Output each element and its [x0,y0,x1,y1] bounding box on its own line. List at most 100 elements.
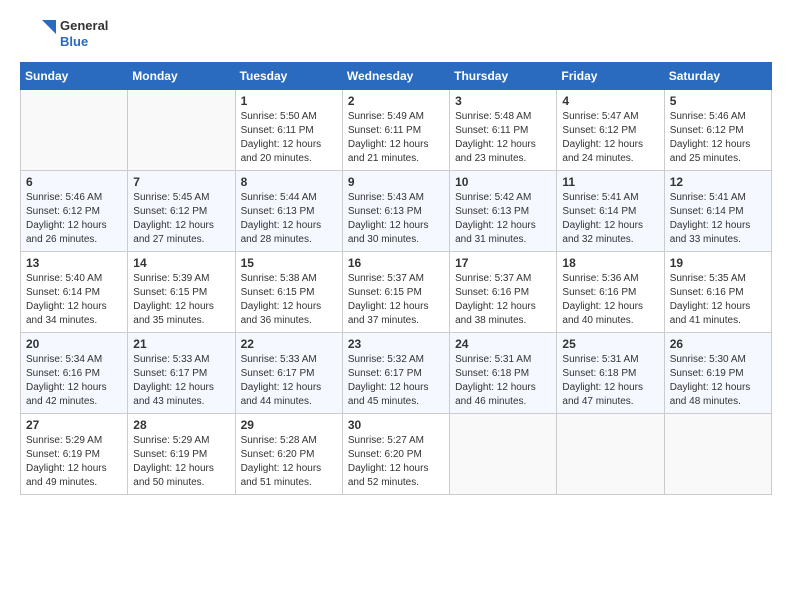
calendar-cell: 16 Sunrise: 5:37 AMSunset: 6:15 PMDayligh… [342,252,449,333]
col-header-thursday: Thursday [450,63,557,90]
col-header-wednesday: Wednesday [342,63,449,90]
day-number: 9 [348,175,444,189]
calendar-cell [450,414,557,495]
calendar-cell: 28 Sunrise: 5:29 AMSunset: 6:19 PMDayligh… [128,414,235,495]
logo-text: General Blue [60,18,108,49]
day-info: Sunrise: 5:33 AMSunset: 6:17 PMDaylight:… [133,353,229,409]
calendar-cell [557,414,664,495]
day-info: Sunrise: 5:27 AMSunset: 6:20 PMDaylight:… [348,434,444,490]
day-info: Sunrise: 5:30 AMSunset: 6:19 PMDaylight:… [670,353,766,409]
day-info: Sunrise: 5:46 AMSunset: 6:12 PMDaylight:… [26,191,122,247]
calendar-cell: 30 Sunrise: 5:27 AMSunset: 6:20 PMDayligh… [342,414,449,495]
day-info: Sunrise: 5:35 AMSunset: 6:16 PMDaylight:… [670,272,766,328]
calendar-cell: 24 Sunrise: 5:31 AMSunset: 6:18 PMDayligh… [450,333,557,414]
day-number: 4 [562,94,658,108]
calendar-cell: 5 Sunrise: 5:46 AMSunset: 6:12 PMDaylight… [664,90,771,171]
calendar-cell: 8 Sunrise: 5:44 AMSunset: 6:13 PMDaylight… [235,171,342,252]
logo-blue-text: Blue [60,34,108,50]
day-number: 22 [241,337,337,351]
day-info: Sunrise: 5:31 AMSunset: 6:18 PMDaylight:… [562,353,658,409]
day-number: 2 [348,94,444,108]
calendar-cell: 15 Sunrise: 5:38 AMSunset: 6:15 PMDayligh… [235,252,342,333]
calendar-cell: 12Sunrise: 5:41 AMSunset: 6:14 PMDayligh… [664,171,771,252]
day-info: Sunrise: 5:39 AMSunset: 6:15 PMDaylight:… [133,272,229,328]
calendar-cell: 26 Sunrise: 5:30 AMSunset: 6:19 PMDayligh… [664,333,771,414]
calendar-table: SundayMondayTuesdayWednesdayThursdayFrid… [20,62,772,495]
calendar-cell: 7 Sunrise: 5:45 AMSunset: 6:12 PMDaylight… [128,171,235,252]
page-header: General Blue [20,16,772,52]
day-number: 30 [348,418,444,432]
day-number: 29 [241,418,337,432]
week-row-4: 20Sunrise: 5:34 AMSunset: 6:16 PMDayligh… [21,333,772,414]
day-number: 15 [241,256,337,270]
day-info: Sunrise: 5:31 AMSunset: 6:18 PMDaylight:… [455,353,551,409]
day-number: 18 [562,256,658,270]
calendar-cell: 3Sunrise: 5:48 AMSunset: 6:11 PMDaylight… [450,90,557,171]
day-info: Sunrise: 5:29 AMSunset: 6:19 PMDaylight:… [26,434,122,490]
calendar-cell: 9 Sunrise: 5:43 AMSunset: 6:13 PMDaylight… [342,171,449,252]
day-number: 25 [562,337,658,351]
day-number: 5 [670,94,766,108]
day-number: 6 [26,175,122,189]
calendar-cell: 1 Sunrise: 5:50 AMSunset: 6:11 PMDaylight… [235,90,342,171]
day-info: Sunrise: 5:33 AMSunset: 6:17 PMDaylight:… [241,353,337,409]
day-info: Sunrise: 5:29 AMSunset: 6:19 PMDaylight:… [133,434,229,490]
calendar-cell: 18 Sunrise: 5:36 AMSunset: 6:16 PMDayligh… [557,252,664,333]
logo: General Blue [20,16,108,52]
day-info: Sunrise: 5:41 AMSunset: 6:14 PMDaylight:… [562,191,658,247]
header-row: SundayMondayTuesdayWednesdayThursdayFrid… [21,63,772,90]
day-number: 16 [348,256,444,270]
col-header-saturday: Saturday [664,63,771,90]
day-number: 23 [348,337,444,351]
day-number: 21 [133,337,229,351]
calendar-cell: 11Sunrise: 5:41 AMSunset: 6:14 PMDayligh… [557,171,664,252]
col-header-friday: Friday [557,63,664,90]
day-info: Sunrise: 5:36 AMSunset: 6:16 PMDaylight:… [562,272,658,328]
calendar-cell: 27Sunrise: 5:29 AMSunset: 6:19 PMDayligh… [21,414,128,495]
day-info: Sunrise: 5:37 AMSunset: 6:16 PMDaylight:… [455,272,551,328]
calendar-cell: 25 Sunrise: 5:31 AMSunset: 6:18 PMDayligh… [557,333,664,414]
day-number: 20 [26,337,122,351]
week-row-3: 13 Sunrise: 5:40 AMSunset: 6:14 PMDayligh… [21,252,772,333]
day-number: 28 [133,418,229,432]
calendar-cell [21,90,128,171]
day-info: Sunrise: 5:40 AMSunset: 6:14 PMDaylight:… [26,272,122,328]
calendar-cell: 6 Sunrise: 5:46 AMSunset: 6:12 PMDaylight… [21,171,128,252]
calendar-cell: 13 Sunrise: 5:40 AMSunset: 6:14 PMDayligh… [21,252,128,333]
day-info: Sunrise: 5:45 AMSunset: 6:12 PMDaylight:… [133,191,229,247]
week-row-5: 27Sunrise: 5:29 AMSunset: 6:19 PMDayligh… [21,414,772,495]
day-info: Sunrise: 5:41 AMSunset: 6:14 PMDaylight:… [670,191,766,247]
day-info: Sunrise: 5:38 AMSunset: 6:15 PMDaylight:… [241,272,337,328]
day-number: 13 [26,256,122,270]
week-row-1: 1 Sunrise: 5:50 AMSunset: 6:11 PMDaylight… [21,90,772,171]
day-number: 14 [133,256,229,270]
day-number: 17 [455,256,551,270]
calendar-cell: 21 Sunrise: 5:33 AMSunset: 6:17 PMDayligh… [128,333,235,414]
day-number: 8 [241,175,337,189]
day-info: Sunrise: 5:49 AMSunset: 6:11 PMDaylight:… [348,110,444,166]
day-number: 19 [670,256,766,270]
calendar-cell: 29 Sunrise: 5:28 AMSunset: 6:20 PMDayligh… [235,414,342,495]
calendar-cell: 17 Sunrise: 5:37 AMSunset: 6:16 PMDayligh… [450,252,557,333]
col-header-monday: Monday [128,63,235,90]
calendar-cell: 20Sunrise: 5:34 AMSunset: 6:16 PMDayligh… [21,333,128,414]
calendar-cell [664,414,771,495]
day-number: 1 [241,94,337,108]
day-info: Sunrise: 5:37 AMSunset: 6:15 PMDaylight:… [348,272,444,328]
day-info: Sunrise: 5:47 AMSunset: 6:12 PMDaylight:… [562,110,658,166]
calendar-cell: 19 Sunrise: 5:35 AMSunset: 6:16 PMDayligh… [664,252,771,333]
day-info: Sunrise: 5:46 AMSunset: 6:12 PMDaylight:… [670,110,766,166]
day-info: Sunrise: 5:50 AMSunset: 6:11 PMDaylight:… [241,110,337,166]
day-number: 10 [455,175,551,189]
calendar-cell: 23 Sunrise: 5:32 AMSunset: 6:17 PMDayligh… [342,333,449,414]
day-number: 26 [670,337,766,351]
logo-general: General [60,18,108,34]
day-info: Sunrise: 5:43 AMSunset: 6:13 PMDaylight:… [348,191,444,247]
day-number: 7 [133,175,229,189]
day-info: Sunrise: 5:44 AMSunset: 6:13 PMDaylight:… [241,191,337,247]
day-number: 24 [455,337,551,351]
day-info: Sunrise: 5:32 AMSunset: 6:17 PMDaylight:… [348,353,444,409]
calendar-cell: 2 Sunrise: 5:49 AMSunset: 6:11 PMDaylight… [342,90,449,171]
col-header-sunday: Sunday [21,63,128,90]
day-info: Sunrise: 5:28 AMSunset: 6:20 PMDaylight:… [241,434,337,490]
